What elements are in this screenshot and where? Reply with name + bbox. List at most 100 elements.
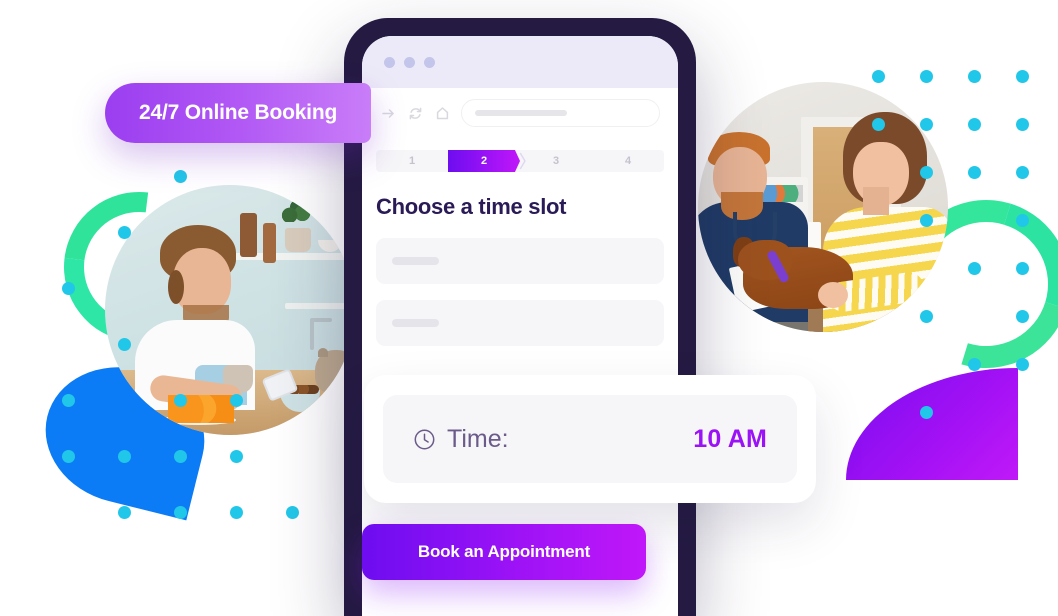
decorative-dot [62,226,75,239]
booking-stepper: 1 2 3 4 [376,150,664,172]
decorative-dot [872,214,885,227]
decorative-dot [230,282,243,295]
hero-composition: 1 2 3 4 Choose a time slot Time: 10 AM B… [0,0,1058,616]
decorative-dot [118,394,131,407]
decorative-dot [286,226,299,239]
decorative-dot [968,166,981,179]
decorative-dot [118,282,131,295]
decorative-dot [230,226,243,239]
online-booking-badge-label: 24/7 Online Booking [139,101,338,124]
stepper-step-2[interactable]: 2 [448,150,520,172]
decorative-dot [230,450,243,463]
decorative-dot [230,338,243,351]
decorative-dot [920,406,933,419]
stepper-step-1[interactable]: 1 [376,150,448,172]
skeleton-field-row[interactable] [376,300,664,346]
decorative-dot [1016,406,1029,419]
browser-navigation-bar [362,88,678,138]
book-appointment-button[interactable]: Book an Appointment [362,524,646,580]
decorative-dot [920,310,933,323]
time-label-group: Time: [413,425,509,454]
decorative-dot [174,394,187,407]
cta-container: Book an Appointment [362,524,646,580]
decorative-dot [1016,310,1029,323]
decorative-dot [920,70,933,83]
decorative-dot [286,450,299,463]
url-placeholder-bar [475,110,567,116]
decorative-dot [174,338,187,351]
decorative-dot [286,394,299,407]
decorative-dot [968,310,981,323]
decorative-dot [920,166,933,179]
decorative-dot [872,70,885,83]
decorative-dot [62,394,75,407]
decorative-dot [1016,214,1029,227]
decorative-dot [1016,262,1029,275]
decorative-dot [174,506,187,519]
decorative-dot [118,170,131,183]
decorative-dot [118,506,131,519]
decorative-dot [1016,70,1029,83]
decorative-dot [968,406,981,419]
decorative-dot [872,262,885,275]
decorative-dot [1016,358,1029,371]
traffic-light-maximize-icon[interactable] [424,56,435,68]
decorative-dot [286,170,299,183]
decorative-dot [872,166,885,179]
browser-titlebar [362,36,678,88]
time-slot-row[interactable]: Time: 10 AM [383,395,797,483]
decorative-dot [174,450,187,463]
home-icon[interactable] [434,105,451,122]
forward-arrow-icon[interactable] [380,105,397,122]
decorative-dot [968,358,981,371]
traffic-light-close-icon[interactable] [384,56,395,68]
decorative-dot [118,226,131,239]
decorative-dot [920,262,933,275]
decorative-dot [230,394,243,407]
decorative-dot [62,282,75,295]
stepper-step-3[interactable]: 3 [520,150,592,172]
time-label: Time: [447,424,509,453]
refresh-icon[interactable] [407,105,424,122]
clock-icon [413,428,436,451]
decorative-dot [968,118,981,131]
traffic-light-minimize-icon[interactable] [404,56,415,68]
url-input[interactable] [461,99,660,127]
decorative-dot [286,338,299,351]
decorative-dot [62,170,75,183]
time-slot-card: Time: 10 AM [364,375,816,503]
page-title: Choose a time slot [376,194,567,219]
decorative-dot [1016,118,1029,131]
decorative-dot [920,358,933,371]
stepper-step-4[interactable]: 4 [592,150,664,172]
decorative-dot [62,338,75,351]
skeleton-placeholder-bar [392,257,439,265]
decorative-dot [174,282,187,295]
skeleton-placeholder-bar [392,319,439,327]
decorative-dot [920,214,933,227]
decorative-dot [230,170,243,183]
decorative-dot [174,226,187,239]
decorative-dot [118,450,131,463]
time-value: 10 AM [693,424,767,453]
decorative-dot [872,406,885,419]
cyan-dot-grid-left [62,170,342,562]
cyan-dot-grid-right [872,70,1058,454]
decorative-dot [872,358,885,371]
decorative-dot [968,70,981,83]
decorative-dot [286,506,299,519]
decorative-dot [1016,166,1029,179]
online-booking-badge: 24/7 Online Booking [105,83,372,143]
decorative-dot [968,214,981,227]
booking-stepper-container: 1 2 3 4 [362,138,678,172]
decorative-dot [62,506,75,519]
skeleton-field-row[interactable] [376,238,664,284]
decorative-dot [872,118,885,131]
decorative-dot [118,338,131,351]
decorative-dot [968,262,981,275]
decorative-dot [920,118,933,131]
decorative-dot [62,450,75,463]
booking-content: Choose a time slot [362,172,678,346]
decorative-dot [174,170,187,183]
decorative-dot [286,282,299,295]
